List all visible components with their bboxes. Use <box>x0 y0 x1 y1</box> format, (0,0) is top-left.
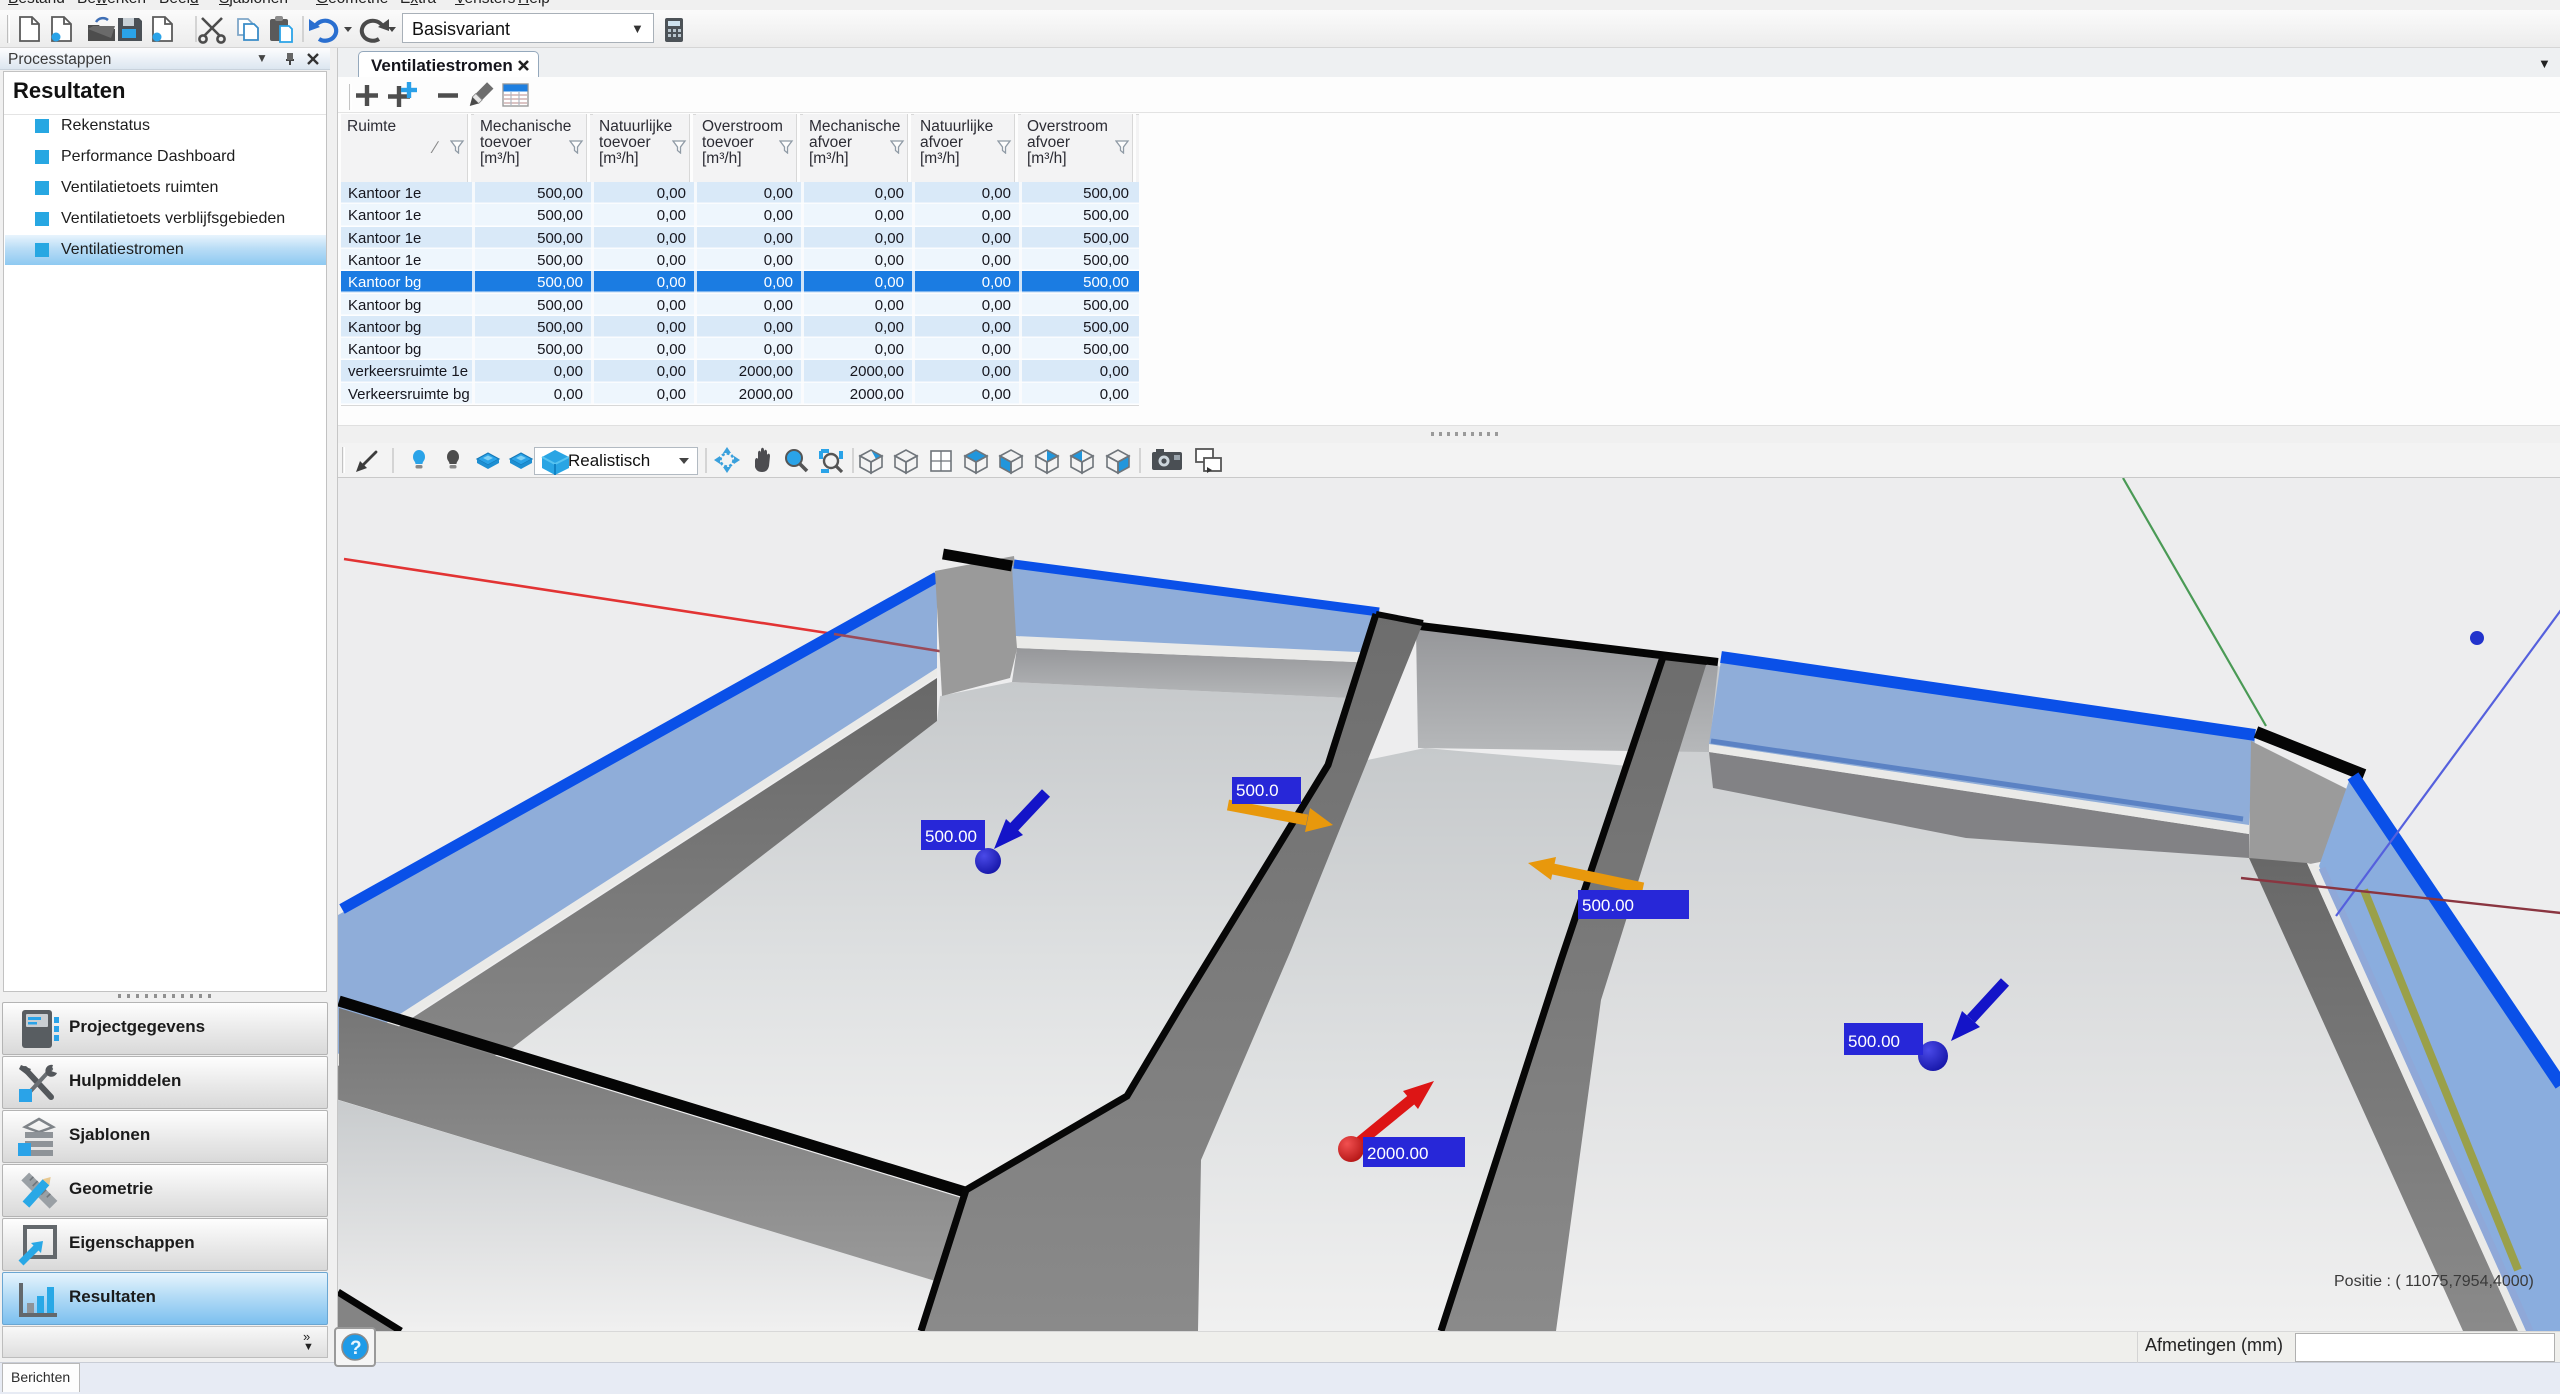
svg-text:500.00: 500.00 <box>925 827 977 846</box>
svg-text:500.00: 500.00 <box>1582 896 1634 915</box>
svg-text:?: ? <box>350 1338 362 1359</box>
svg-text:500.00: 500.00 <box>1848 1032 1900 1051</box>
svg-text:2000.00: 2000.00 <box>1367 1144 1428 1163</box>
svg-text:Positie : ( 11075,7954,4000): Positie : ( 11075,7954,4000) <box>2334 1273 2534 1290</box>
svg-text:500.0: 500.0 <box>1236 781 1279 800</box>
